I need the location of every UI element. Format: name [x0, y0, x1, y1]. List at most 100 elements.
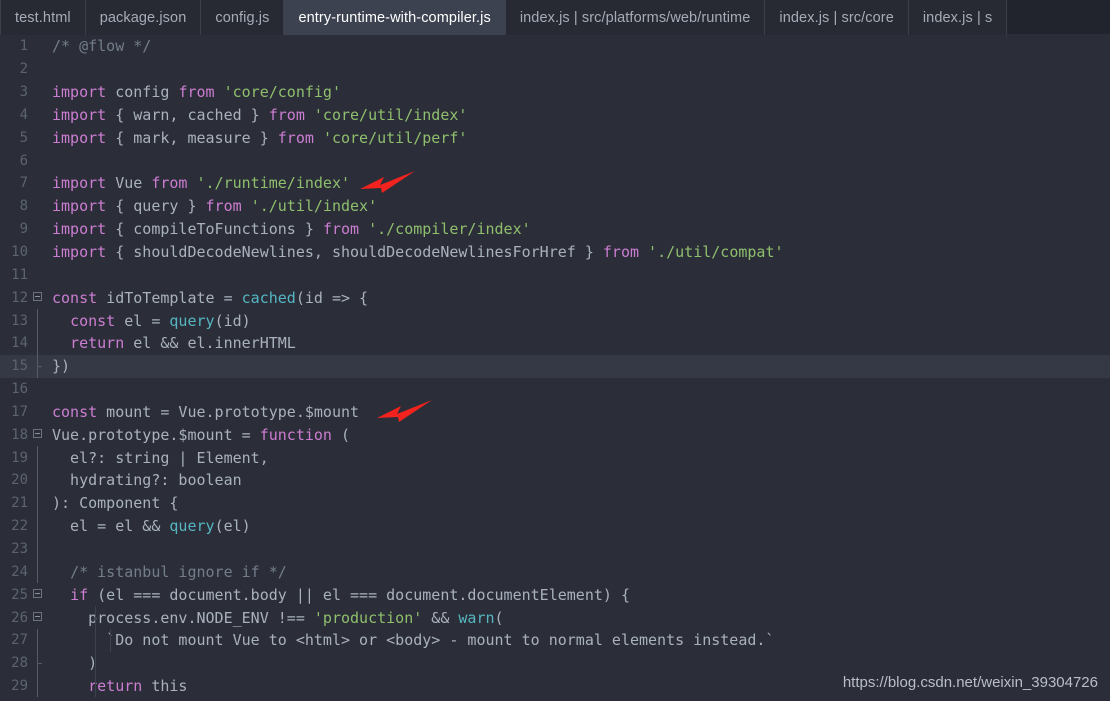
code-token: mount = Vue.prototype.$mount [97, 402, 360, 421]
code-line[interactable]: 8 import { query } from './util/index' [0, 195, 1110, 218]
code-token: query [169, 311, 215, 330]
code-token: import [52, 105, 107, 124]
line-number: 16 [11, 381, 28, 398]
fold-gutter[interactable] [30, 628, 46, 652]
line-number: 17 [11, 403, 28, 420]
editor-tab[interactable]: test.html [0, 0, 86, 35]
code-line[interactable]: 17 const mount = Vue.prototype.$mount [0, 401, 1110, 424]
line-number: 2 [19, 61, 28, 78]
editor-tab[interactable]: index.js | src/platforms/web/runtime [505, 0, 766, 35]
code-line[interactable]: 2 [0, 58, 1110, 81]
code-token: process.env.NODE_ENV !== [52, 608, 314, 627]
line-number: 23 [11, 540, 28, 557]
fold-gutter[interactable] [30, 218, 46, 241]
fold-gutter[interactable] [30, 149, 46, 172]
editor-tab[interactable]: package.json [85, 0, 202, 35]
code-token: el = el && [52, 517, 170, 536]
fold-region-line [37, 537, 38, 561]
fold-gutter[interactable] [30, 81, 46, 104]
editor-tab[interactable]: config.js [201, 0, 285, 35]
fold-gutter[interactable] [30, 446, 46, 470]
code-token: import [52, 243, 107, 262]
fold-collapse-icon[interactable] [33, 589, 42, 599]
fold-gutter[interactable] [30, 606, 46, 629]
code-token: return [70, 334, 125, 353]
fold-gutter[interactable] [30, 331, 46, 355]
fold-gutter[interactable] [30, 172, 46, 195]
fold-gutter[interactable] [30, 469, 46, 492]
fold-gutter[interactable] [30, 401, 46, 424]
code-line[interactable]: 21): Component { [0, 491, 1110, 515]
fold-gutter[interactable] [30, 651, 46, 675]
code-line[interactable]: 18 Vue.prototype.$mount = function ( [0, 423, 1110, 446]
fold-collapse-icon[interactable] [33, 429, 42, 439]
code-line[interactable]: 7 import Vue from './runtime/index' [0, 172, 1110, 195]
code-editor-area[interactable]: 1/* @flow */ 2 3 import config from 'core/c… [0, 35, 1110, 701]
code-line[interactable]: 24 /* istanbul ignore if */ [0, 560, 1110, 584]
code-line[interactable]: 27 `Do not mount Vue to <html> or <body>… [0, 628, 1110, 652]
code-text: const el = query(id) [46, 312, 251, 330]
code-line[interactable]: 5 import { mark, measure } from 'core/uti… [0, 126, 1110, 149]
fold-gutter[interactable] [30, 583, 46, 606]
line-number: 14 [11, 335, 28, 352]
code-text: import { query } from './util/index' [46, 197, 377, 215]
code-token: { query } [106, 197, 206, 216]
fold-gutter[interactable] [30, 423, 46, 446]
fold-gutter[interactable] [30, 126, 46, 149]
line-number: 6 [19, 152, 28, 169]
fold-collapse-icon[interactable] [33, 612, 42, 622]
code-line[interactable]: 1 /* @flow */ [0, 35, 1110, 58]
code-text: import { shouldDecodeNewlines, shouldDec… [46, 243, 784, 261]
fold-gutter[interactable] [30, 195, 46, 218]
fold-gutter[interactable] [30, 58, 46, 81]
fold-gutter[interactable] [30, 286, 46, 309]
code-token: { compileToFunctions } [106, 220, 323, 239]
code-line[interactable]: 15}) [0, 354, 1110, 378]
editor-tab[interactable]: index.js | s [908, 0, 1008, 35]
code-line[interactable]: 11 [0, 263, 1110, 286]
code-line[interactable]: 9 import { compileToFunctions } from './c… [0, 218, 1110, 241]
code-line[interactable]: 19 el?: string | Element, [0, 446, 1110, 470]
editor-tab[interactable]: entry-runtime-with-compiler.js [284, 0, 506, 35]
code-line[interactable]: 22 el = el && query(el) [0, 514, 1110, 538]
code-line[interactable]: 23 [0, 537, 1110, 561]
code-token: from [322, 220, 360, 239]
fold-gutter[interactable] [30, 35, 46, 58]
fold-gutter[interactable] [30, 263, 46, 286]
fold-gutter[interactable] [30, 560, 46, 584]
code-line[interactable]: 16 [0, 378, 1110, 401]
code-line[interactable]: 6 [0, 149, 1110, 172]
code-line[interactable]: 4 import { warn, cached } from 'core/util… [0, 104, 1110, 127]
indent-guide [95, 651, 96, 675]
fold-gutter[interactable] [30, 241, 46, 264]
code-line[interactable]: 10 import { shouldDecodeNewlines, shouldD… [0, 241, 1110, 264]
code-token: hydrating?: boolean [52, 471, 242, 490]
code-token: from [602, 243, 640, 262]
code-line[interactable]: 14 return el && el.innerHTML [0, 331, 1110, 355]
code-line[interactable]: 3 import config from 'core/config' [0, 81, 1110, 104]
line-number: 11 [11, 266, 28, 283]
fold-gutter[interactable] [30, 537, 46, 561]
code-line[interactable]: 28 ) [0, 651, 1110, 675]
code-text: el?: string | Element, [46, 449, 269, 467]
fold-collapse-icon[interactable] [33, 292, 42, 302]
fold-gutter[interactable] [30, 491, 46, 515]
code-line[interactable]: 26 process.env.NODE_ENV !== 'production'… [0, 606, 1110, 629]
fold-gutter[interactable] [30, 354, 46, 378]
fold-gutter[interactable] [30, 514, 46, 538]
fold-gutter[interactable] [30, 378, 46, 401]
code-text: el = el && query(el) [46, 517, 251, 535]
fold-gutter[interactable] [30, 309, 46, 332]
editor-tab[interactable]: index.js | src/core [765, 0, 909, 35]
fold-gutter[interactable] [30, 674, 46, 698]
code-line[interactable]: 13 const el = query(id) [0, 309, 1110, 332]
code-token: }) [52, 357, 71, 376]
code-line[interactable]: 25 if (el === document.body || el === do… [0, 583, 1110, 606]
code-token: config [106, 83, 179, 102]
fold-gutter[interactable] [30, 104, 46, 127]
code-line[interactable]: 12 const idToTemplate = cached(id => { [0, 286, 1110, 309]
code-line[interactable]: 20 hydrating?: boolean [0, 469, 1110, 492]
code-text: import { compileToFunctions } from './co… [46, 220, 531, 238]
